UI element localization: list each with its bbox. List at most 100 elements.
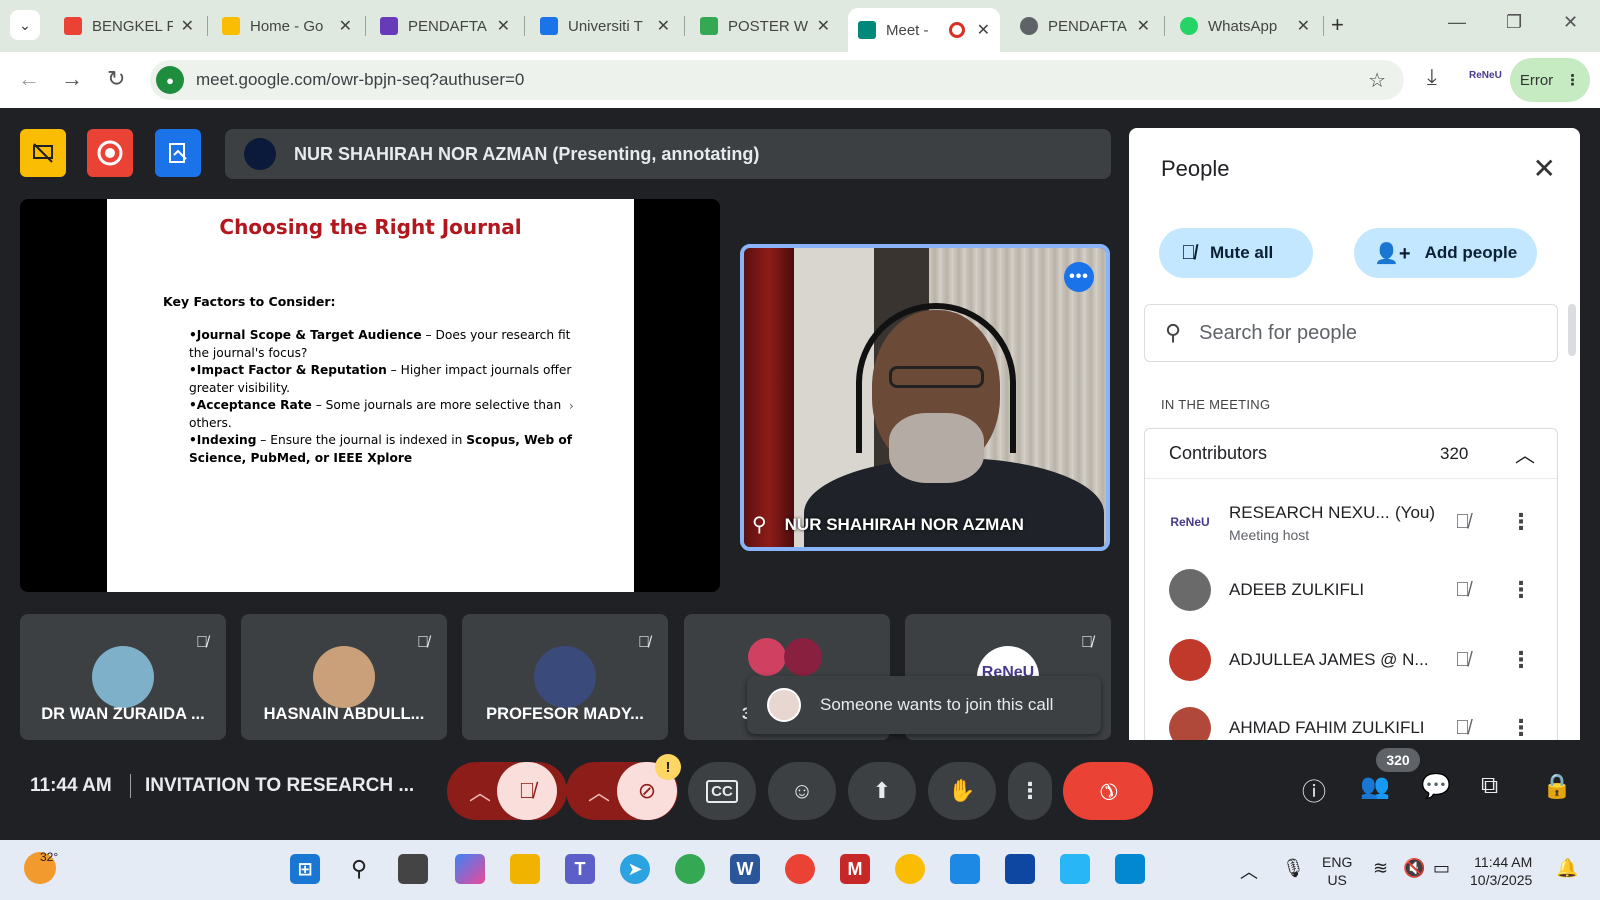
forward-icon[interactable]: → [61, 66, 83, 92]
close-tab-icon[interactable]: ✕ [657, 16, 670, 36]
profile-avatar[interactable]: ReNeU [1469, 70, 1502, 81]
people-row[interactable]: ADEEB ZULKIFLI 🎙̸ ⋮ [1145, 557, 1557, 625]
screen-share[interactable]: Choosing the Right Journal Key Factors t… [20, 199, 720, 592]
volume-muted-icon[interactable]: 🔇 [1403, 858, 1425, 879]
capcut-icon[interactable] [1005, 854, 1035, 884]
captions-button[interactable]: CC [688, 762, 756, 820]
photos-icon[interactable] [950, 854, 980, 884]
restore-icon[interactable]: ❐ [1506, 12, 1522, 33]
recording-button[interactable] [87, 129, 133, 177]
kebab-menu-icon[interactable]: ⋮ [1510, 715, 1532, 740]
bookmark-star-icon[interactable]: ☆ [1368, 68, 1386, 93]
chrome-profile-icon[interactable] [785, 854, 815, 884]
omnibox[interactable]: ● meet.google.com/owr-bpjn-seq?authuser=… [150, 60, 1404, 100]
microphone-active-icon[interactable]: ● [156, 66, 184, 94]
tab-universiti[interactable]: Universiti T ✕ [530, 8, 680, 44]
join-request-toast[interactable]: Someone wants to join this call [747, 676, 1101, 734]
microphone-tray-icon[interactable]: 🎙 [1282, 858, 1305, 879]
kebab-menu-icon[interactable]: ⋮ [1510, 509, 1532, 535]
wifi-icon[interactable]: ≋ [1373, 858, 1388, 879]
word-icon[interactable]: W [730, 854, 760, 884]
chat-icon[interactable]: 💬 [1421, 772, 1451, 801]
close-tab-icon[interactable]: ✕ [339, 16, 352, 36]
leave-call-button[interactable]: ✆ [1063, 762, 1153, 820]
pin-icon[interactable]: ⚲ [752, 512, 767, 537]
mute-all-button[interactable]: 🎙̸ Mute all [1159, 228, 1313, 278]
tab-meet[interactable]: Meet - ✕ [848, 8, 1000, 52]
back-icon[interactable]: ← [18, 66, 40, 92]
start-icon[interactable]: ⊞ [290, 854, 320, 884]
meeting-details-icon[interactable]: ⓘ [1302, 772, 1326, 807]
minimize-icon[interactable]: — [1448, 12, 1466, 33]
battery-icon[interactable]: ▭ [1433, 858, 1450, 879]
tab-pendaftaran[interactable]: PENDAFTA ✕ [1010, 8, 1160, 44]
reload-icon[interactable]: ↻ [107, 66, 125, 92]
close-tab-icon[interactable]: ✕ [181, 16, 194, 36]
close-tab-icon[interactable]: ✕ [1297, 16, 1310, 36]
present-button[interactable]: ⬆ [848, 762, 916, 820]
tab-forms[interactable]: PENDAFTA ✕ [370, 8, 520, 44]
more-options-button[interactable]: ⋮ [1008, 762, 1052, 820]
mic-off-icon[interactable]: 🎙̸ [1455, 717, 1470, 740]
contributors-header[interactable]: Contributors 320 ︿ [1145, 429, 1557, 479]
kebab-menu-icon[interactable]: ⋮ [1510, 647, 1532, 673]
system-clock[interactable]: 11:44 AM 10/3/2025 [1470, 853, 1532, 889]
people-row[interactable]: ReNeU RESEARCH NEXU... (You) Meeting hos… [1145, 489, 1557, 557]
notepad-icon[interactable] [1115, 854, 1145, 884]
chevron-up-icon[interactable]: ︿ [1515, 439, 1535, 468]
participant-tile[interactable]: 🎙̸ DR WAN ZURAIDA ... [20, 614, 226, 740]
chrome-icon[interactable] [675, 854, 705, 884]
kebab-menu-icon[interactable]: ⋮ [1510, 577, 1532, 603]
tab-poster[interactable]: POSTER W ✕ [690, 8, 840, 44]
tile-more-options-button[interactable]: ••• [1064, 262, 1094, 292]
speaker-tile[interactable]: ••• ⚲ NUR SHAHIRAH NOR AZMAN [740, 244, 1110, 551]
new-tab-icon[interactable]: + [1331, 12, 1344, 38]
file-explorer-icon[interactable] [510, 854, 540, 884]
tab-gmail[interactable]: BENGKEL F ✕ [54, 8, 204, 44]
url-text[interactable]: meet.google.com/owr-bpjn-seq?authuser=0 [196, 70, 524, 90]
microphone-toggle-button[interactable]: 🎙̸ [497, 762, 557, 820]
close-tab-icon[interactable]: ✕ [817, 16, 830, 36]
tab-search-button[interactable]: ⌄ [10, 10, 40, 40]
annotate-button[interactable] [155, 129, 201, 177]
close-tab-icon[interactable]: ✕ [497, 16, 510, 36]
error-menu-button[interactable]: Error ⋮ [1510, 58, 1590, 102]
tab-whatsapp[interactable]: WhatsApp ✕ [1170, 8, 1320, 44]
contributors-group: Contributors 320 ︿ ReNeU RESEARCH NEXU..… [1144, 428, 1558, 740]
window-close-icon[interactable]: ✕ [1563, 12, 1578, 33]
telegram-icon[interactable]: ➤ [620, 854, 650, 884]
tray-overflow-icon[interactable]: ︿ [1240, 858, 1258, 884]
mcafee-icon[interactable]: M [840, 854, 870, 884]
close-tab-icon[interactable]: ✕ [977, 20, 990, 40]
mic-off-icon[interactable]: 🎙̸ [1455, 649, 1470, 672]
participant-tile[interactable]: 🎙̸ PROFESOR MADY... [462, 614, 668, 740]
host-controls-icon[interactable]: 🔒 [1542, 772, 1572, 801]
people-row[interactable]: ADJULLEA JAMES @ N... 🎙̸ ⋮ [1145, 627, 1557, 695]
camera-options-chevron-icon[interactable]: ︿ [588, 775, 610, 807]
mic-off-icon[interactable]: 🎙̸ [1455, 579, 1470, 602]
language-indicator[interactable]: ENG US [1322, 853, 1352, 889]
snipping-tool-icon[interactable] [1060, 854, 1090, 884]
add-people-button[interactable]: 👤+ Add people [1354, 228, 1537, 278]
raise-hand-button[interactable]: ✋ [928, 762, 996, 820]
participant-tile[interactable]: 🎙̸ HASNAIN ABDULL... [241, 614, 447, 740]
people-row[interactable]: AHMAD FAHIM ZULKIFLI 🎙̸ ⋮ [1145, 695, 1557, 740]
chrome-alt-icon[interactable] [895, 854, 925, 884]
mic-options-chevron-icon[interactable]: ︿ [469, 775, 491, 807]
scrollbar[interactable] [1568, 304, 1576, 356]
stop-presenting-button[interactable] [20, 129, 66, 177]
download-icon[interactable]: ⤓ [1427, 64, 1437, 90]
tab-drive-home[interactable]: Home - Go ✕ [212, 8, 362, 44]
activities-icon[interactable]: ⧉ [1481, 772, 1498, 800]
close-tab-icon[interactable]: ✕ [1137, 16, 1150, 36]
mic-off-icon[interactable]: 🎙̸ [1455, 511, 1470, 534]
notification-bell-icon[interactable]: 🔔 [1556, 858, 1578, 879]
task-view-icon[interactable] [398, 854, 428, 884]
search-people-input[interactable]: ⚲ Search for people [1144, 304, 1558, 362]
copilot-icon[interactable] [455, 854, 485, 884]
search-icon[interactable]: ⚲ [344, 854, 374, 884]
reactions-button[interactable]: ☺ [768, 762, 836, 820]
people-icon[interactable]: 👥 [1360, 772, 1390, 801]
teams-icon[interactable]: T [565, 854, 595, 884]
close-icon[interactable]: ✕ [1533, 152, 1556, 185]
